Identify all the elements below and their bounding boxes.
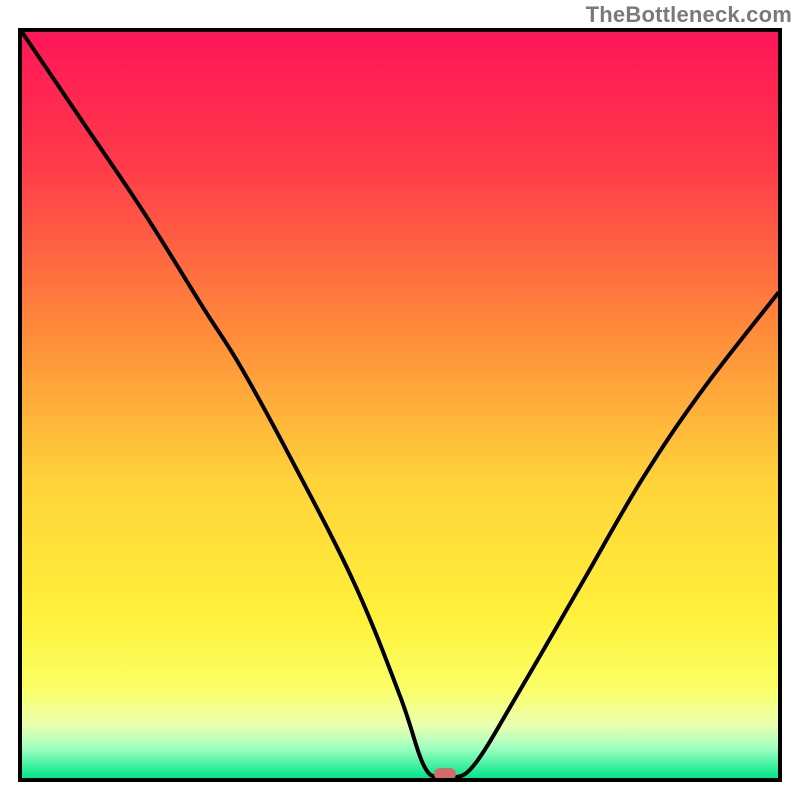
bottleneck-curve (22, 32, 778, 778)
chart-container: TheBottleneck.com (0, 0, 800, 800)
curve-layer (22, 32, 778, 778)
plot-frame (18, 28, 782, 782)
optimal-marker (434, 768, 456, 780)
watermark-text: TheBottleneck.com (586, 2, 792, 28)
